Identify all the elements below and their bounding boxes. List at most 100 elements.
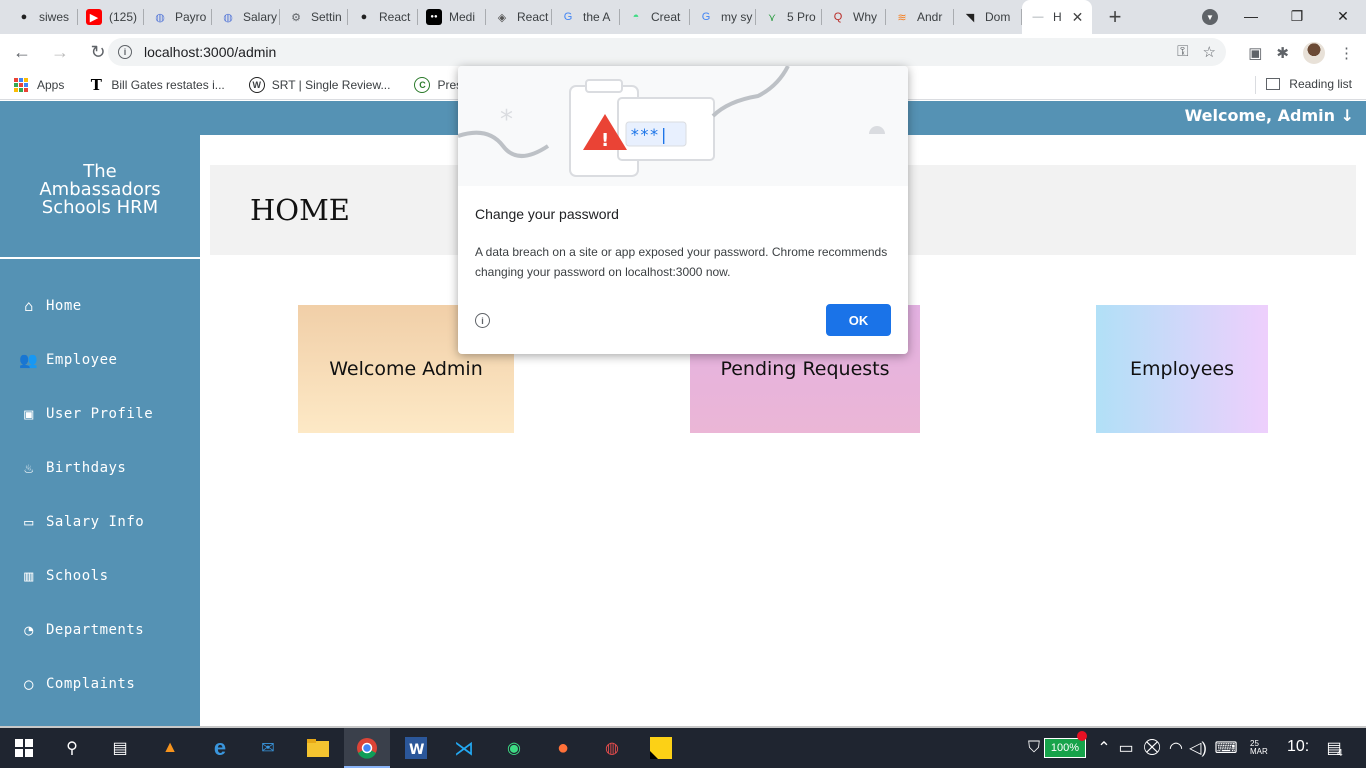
- browser-tab[interactable]: Gmy sy: [690, 0, 756, 34]
- menu-icon[interactable]: ⋮: [1339, 44, 1354, 62]
- browser-tab[interactable]: ◥ Dom: [954, 0, 1022, 34]
- sidebar-item-user-profile[interactable]: ▣ User Profile: [0, 387, 200, 441]
- site-info-icon[interactable]: i: [118, 45, 132, 59]
- close-tab-icon[interactable]: ✕: [1072, 9, 1084, 26]
- clock-text[interactable]: 10:: [1287, 738, 1309, 756]
- close-window-button[interactable]: ✕: [1320, 0, 1366, 32]
- word-icon[interactable]: W: [404, 736, 428, 760]
- tab-title: Dom: [985, 10, 1011, 24]
- notification-dot: [1077, 731, 1087, 741]
- tab-list: ● siwes ▶ (125) ◍ Payro ◍ Salary ⚙ Settin ● React ●●…: [8, 0, 1092, 34]
- windows-start-icon[interactable]: [12, 736, 36, 760]
- sidebar-item-birthdays[interactable]: ♨ Birthdays: [0, 441, 200, 495]
- browser-tab[interactable]: ≋ Andr: [886, 0, 954, 34]
- firefox-icon[interactable]: ●: [551, 736, 575, 760]
- sidebar-item-label: User Profile: [46, 406, 154, 422]
- battery-indicator[interactable]: 100%: [1044, 738, 1086, 758]
- sidebar-item-departments[interactable]: ◔ Departments: [0, 603, 200, 657]
- windows-taskbar: ⚲ ▤ ▲ e ✉ W ⋊ ◉ ● ◍ ⛉ 100% ⌃ ▭ ⛒ ◠ ◁) ⌨ …: [0, 728, 1366, 768]
- key-icon[interactable]: ⚿: [1177, 43, 1188, 61]
- dashboard-icon: ◔: [24, 621, 34, 639]
- arrow-down-icon: ↓: [1340, 106, 1354, 125]
- bookmarks-divider: [1255, 76, 1256, 94]
- address-bar[interactable]: i localhost:3000/admin ⚿ ☆: [108, 38, 1226, 66]
- google-icon: G: [701, 11, 711, 23]
- ok-button[interactable]: OK: [826, 304, 891, 336]
- browser-tab[interactable]: ◓ Creat: [620, 0, 690, 34]
- android-studio-icon[interactable]: ◉: [502, 736, 526, 760]
- forward-button[interactable]: →: [44, 36, 76, 68]
- reading-list-label: Reading list: [1289, 77, 1352, 91]
- browser-toolbar: ← → ↻ i localhost:3000/admin ⚿ ☆ ▣ ✱ ⋮: [0, 34, 1366, 70]
- browser-tab[interactable]: ◍ Salary: [212, 0, 280, 34]
- browser-tab[interactable]: ⋎ 5 Pro: [756, 0, 822, 34]
- browser-tab[interactable]: Q Why: [822, 0, 886, 34]
- wifi-icon[interactable]: ◠: [1164, 736, 1188, 760]
- medium-icon: ●●: [426, 9, 442, 25]
- avatar[interactable]: [1303, 42, 1325, 64]
- network-off-icon[interactable]: ⛒: [1140, 736, 1164, 760]
- defender-icon[interactable]: ⛉: [1022, 736, 1046, 760]
- keyboard-icon[interactable]: ⌨: [1214, 736, 1238, 760]
- tab-title: Salary: [243, 10, 278, 24]
- address-text: localhost:3000/admin: [144, 44, 277, 60]
- file-explorer-icon[interactable]: [306, 736, 330, 760]
- bookmark-srt[interactable]: W SRT | Single Review...: [248, 76, 390, 93]
- reading-list-button[interactable]: Reading list: [1266, 77, 1352, 91]
- tab-title: Settin: [311, 10, 342, 24]
- tab-title: siwes: [39, 10, 70, 24]
- puzzle-icon[interactable]: ✱: [1276, 44, 1289, 62]
- browser-tab[interactable]: ● React: [348, 0, 418, 34]
- vlc-icon[interactable]: ▲: [158, 736, 182, 760]
- youtube-icon: ▶: [86, 9, 102, 25]
- sidebar-item-employee[interactable]: 👥 Employee: [0, 333, 200, 387]
- bitbucket-icon: ⋎: [767, 11, 777, 24]
- browser-tab[interactable]: ⚙ Settin: [280, 0, 348, 34]
- browser-tab[interactable]: — H ✕: [1022, 0, 1092, 34]
- sidebar-item-home[interactable]: ⌂ Home: [0, 279, 200, 333]
- star-icon[interactable]: ☆: [1203, 43, 1216, 61]
- browser-tab[interactable]: ● siwes: [8, 0, 78, 34]
- sidebar-item-label: Complaints: [46, 676, 136, 692]
- bookmark-bill-gates[interactable]: T Bill Gates restates i...: [88, 76, 225, 94]
- new-tab-button[interactable]: +: [1100, 4, 1130, 30]
- tab-title: H: [1053, 10, 1062, 24]
- edge-icon[interactable]: e: [208, 735, 232, 760]
- restore-button[interactable]: ❐: [1274, 0, 1320, 32]
- money-icon: ▭: [24, 513, 34, 531]
- bookmark-apps[interactable]: Apps: [14, 77, 64, 92]
- browser-tab[interactable]: ◈ React: [486, 0, 552, 34]
- browser-tab[interactable]: ●● Medi: [418, 0, 486, 34]
- chrome-icon[interactable]: [355, 736, 379, 760]
- change-password-dialog: * ***| ! Change your password A data bre…: [458, 66, 908, 354]
- chevron-up-icon[interactable]: ⌃: [1092, 736, 1116, 760]
- vscode-icon[interactable]: ⋊: [452, 736, 476, 760]
- site-icon: C: [414, 76, 431, 93]
- battery-icon[interactable]: ▭: [1114, 736, 1138, 760]
- tab-search-icon[interactable]: ▼: [1202, 9, 1218, 25]
- brand-title: The Ambassadors Schools HRM: [0, 163, 200, 217]
- sidebar-item-salary-info[interactable]: ▭ Salary Info: [0, 495, 200, 549]
- browser-tab[interactable]: Gthe A: [552, 0, 620, 34]
- app-icon[interactable]: ◍: [600, 736, 624, 760]
- stackoverflow-icon: ≋: [897, 11, 907, 24]
- date-text[interactable]: 25 MAR: [1250, 740, 1272, 756]
- minimize-button[interactable]: —: [1228, 0, 1274, 32]
- back-button[interactable]: ←: [6, 36, 38, 68]
- browser-tab[interactable]: ▶ (125): [78, 0, 144, 34]
- volume-icon[interactable]: ◁): [1186, 736, 1210, 760]
- mail-icon[interactable]: ✉: [256, 736, 280, 760]
- sidebar-item-label: Home: [46, 298, 82, 314]
- bookmark-label: Bill Gates restates i...: [111, 77, 225, 92]
- info-icon[interactable]: i: [475, 313, 490, 328]
- sidebar-item-schools[interactable]: ▥ Schools: [0, 549, 200, 603]
- welcome-menu[interactable]: Welcome, Admin ↓: [1185, 106, 1354, 125]
- browser-tab[interactable]: ◍ Payro: [144, 0, 212, 34]
- sidebar-item-complaints[interactable]: ◯ Complaints: [0, 657, 200, 711]
- search-icon[interactable]: ⚲: [60, 736, 84, 760]
- extension-icon[interactable]: ▣: [1248, 44, 1262, 62]
- github-icon: ●: [360, 11, 368, 23]
- sticky-notes-icon[interactable]: [649, 736, 673, 760]
- task-view-icon[interactable]: ▤: [108, 736, 132, 760]
- employees-card[interactable]: Employees: [1096, 305, 1268, 433]
